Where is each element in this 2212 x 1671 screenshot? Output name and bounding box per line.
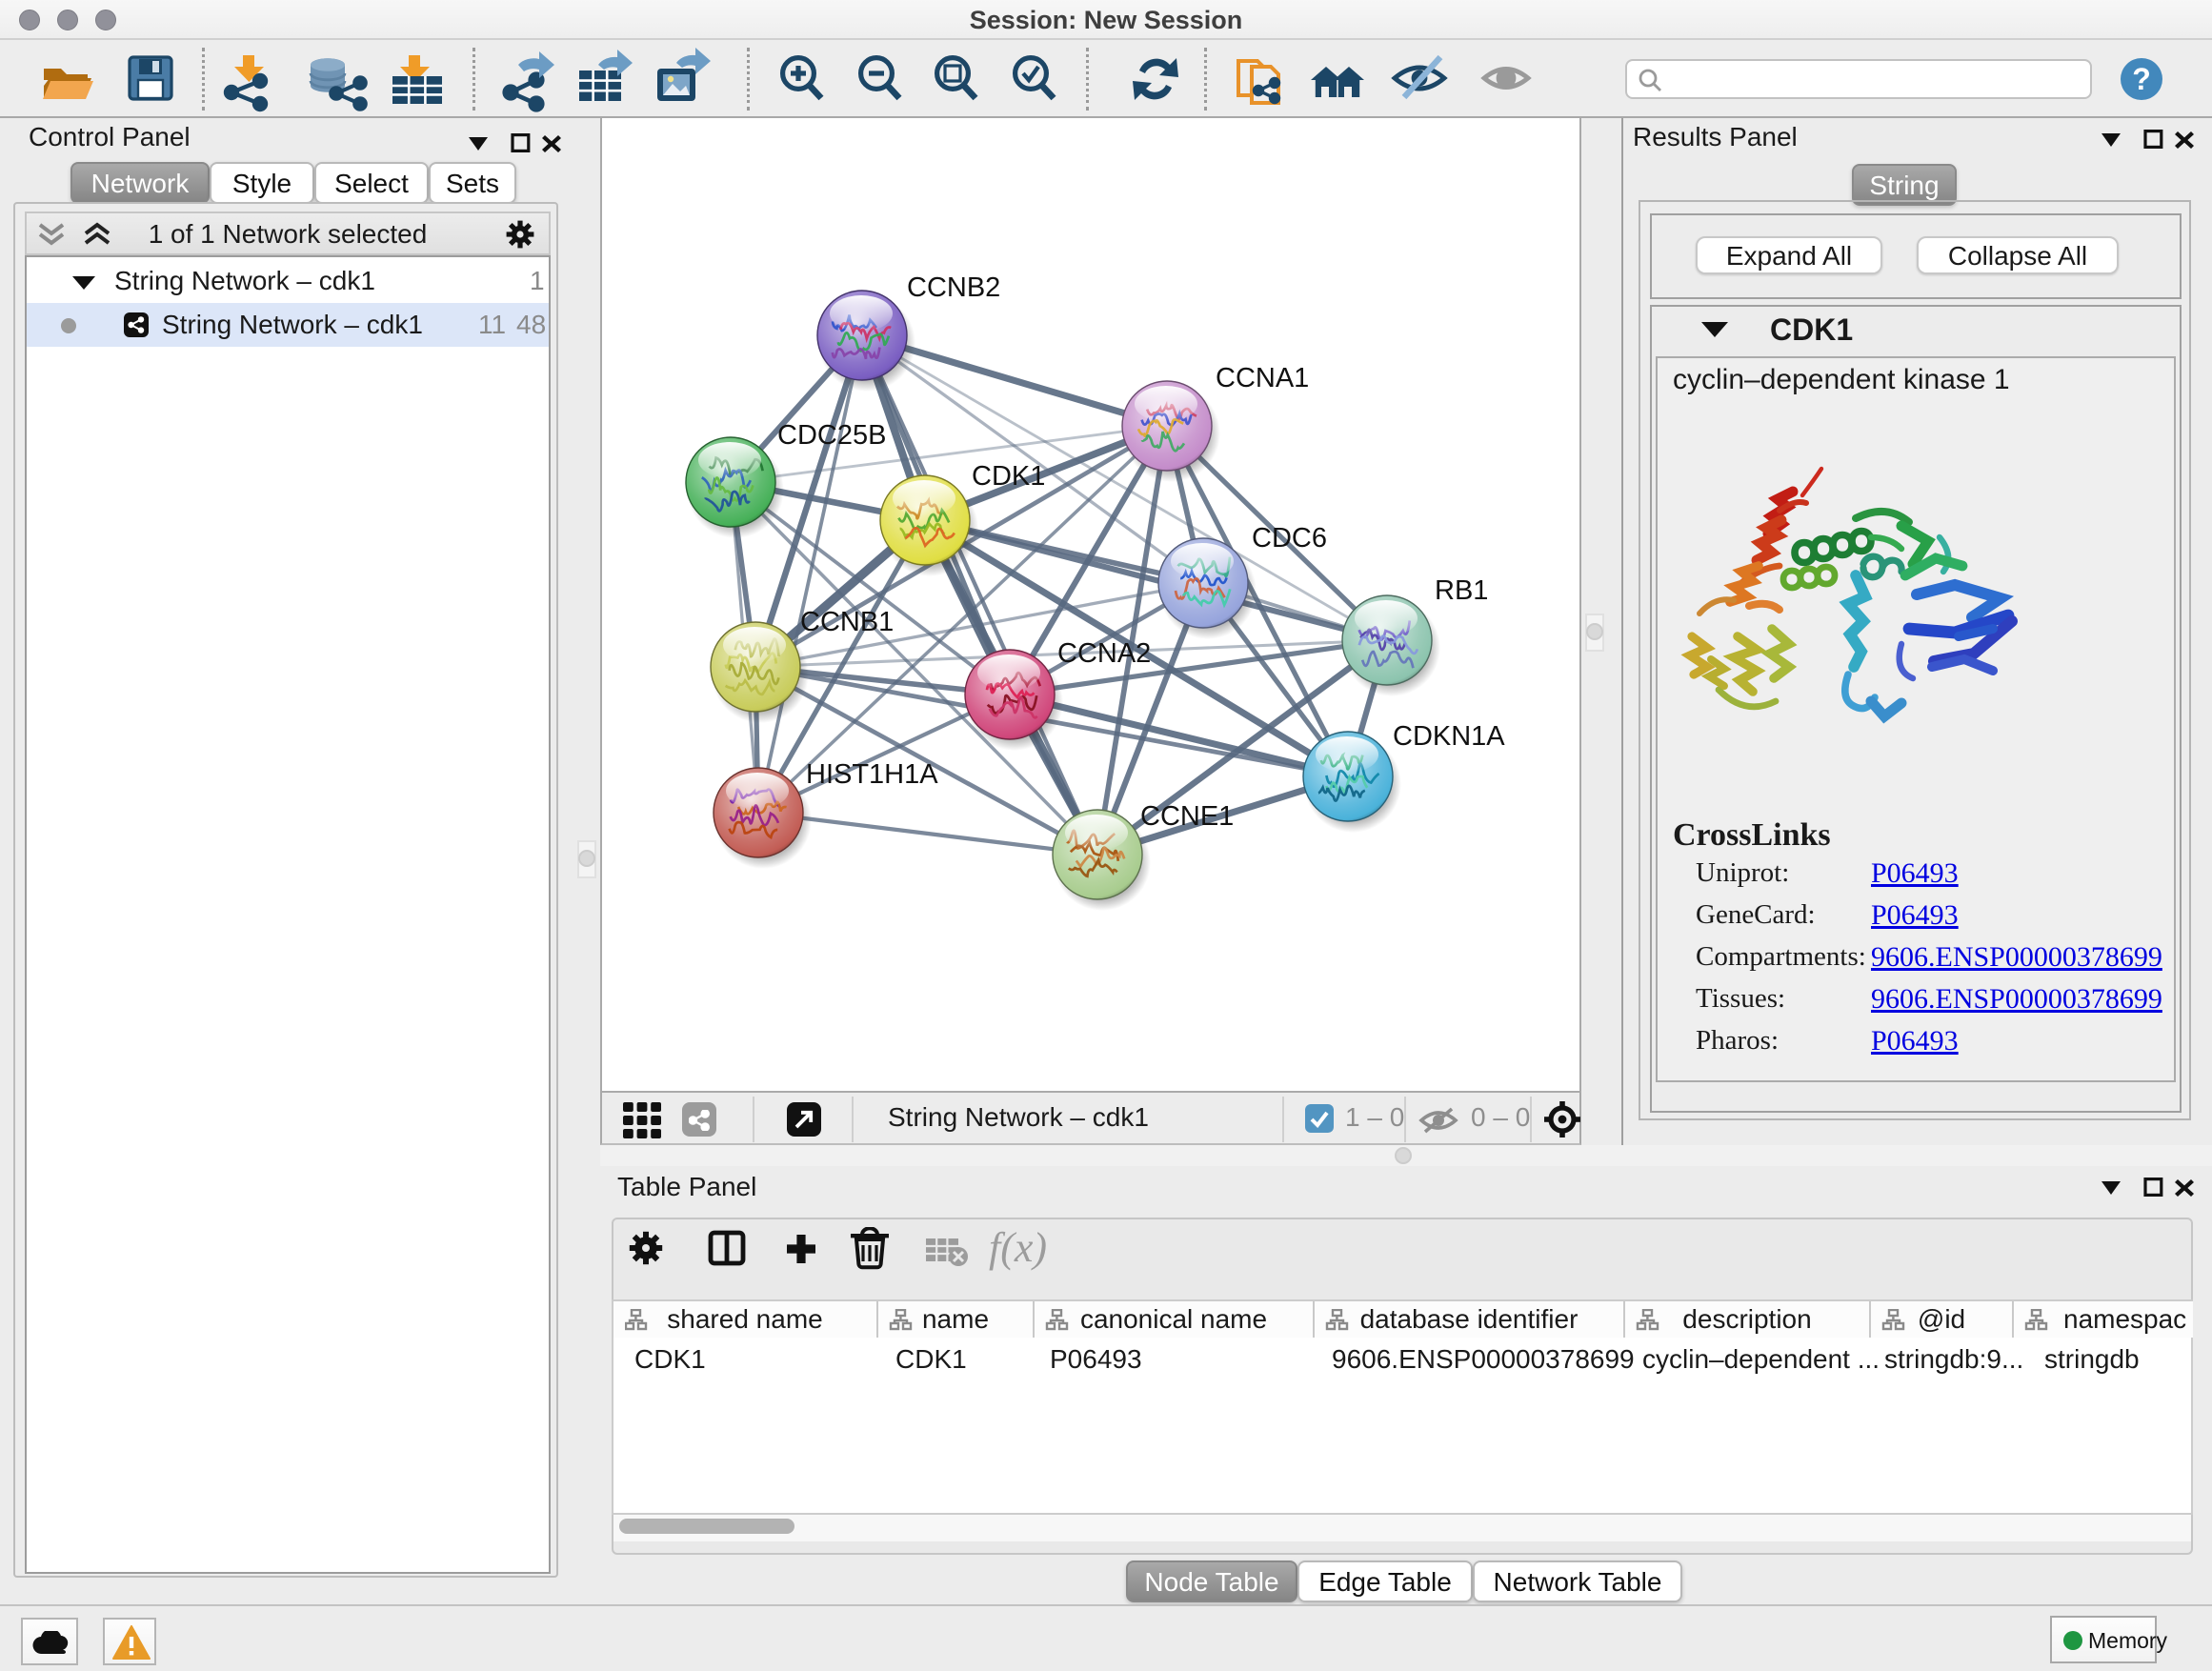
svg-text:CCNE1: CCNE1 (1140, 801, 1234, 832)
svg-text:?: ? (2132, 62, 2151, 96)
svg-text:CDC25B: CDC25B (777, 420, 886, 451)
svg-text:HIST1H1A: HIST1H1A (806, 759, 938, 790)
svg-text:CDC6: CDC6 (1252, 523, 1327, 554)
svg-text:CCNB2: CCNB2 (907, 272, 1000, 303)
svg-text:CCNB1: CCNB1 (800, 607, 894, 637)
svg-text:CDK1: CDK1 (972, 461, 1045, 492)
svg-text:CDKN1A: CDKN1A (1393, 721, 1505, 752)
svg-text:RB1: RB1 (1435, 575, 1488, 606)
svg-text:CCNA2: CCNA2 (1057, 638, 1151, 669)
svg-text:CCNA1: CCNA1 (1216, 363, 1309, 393)
